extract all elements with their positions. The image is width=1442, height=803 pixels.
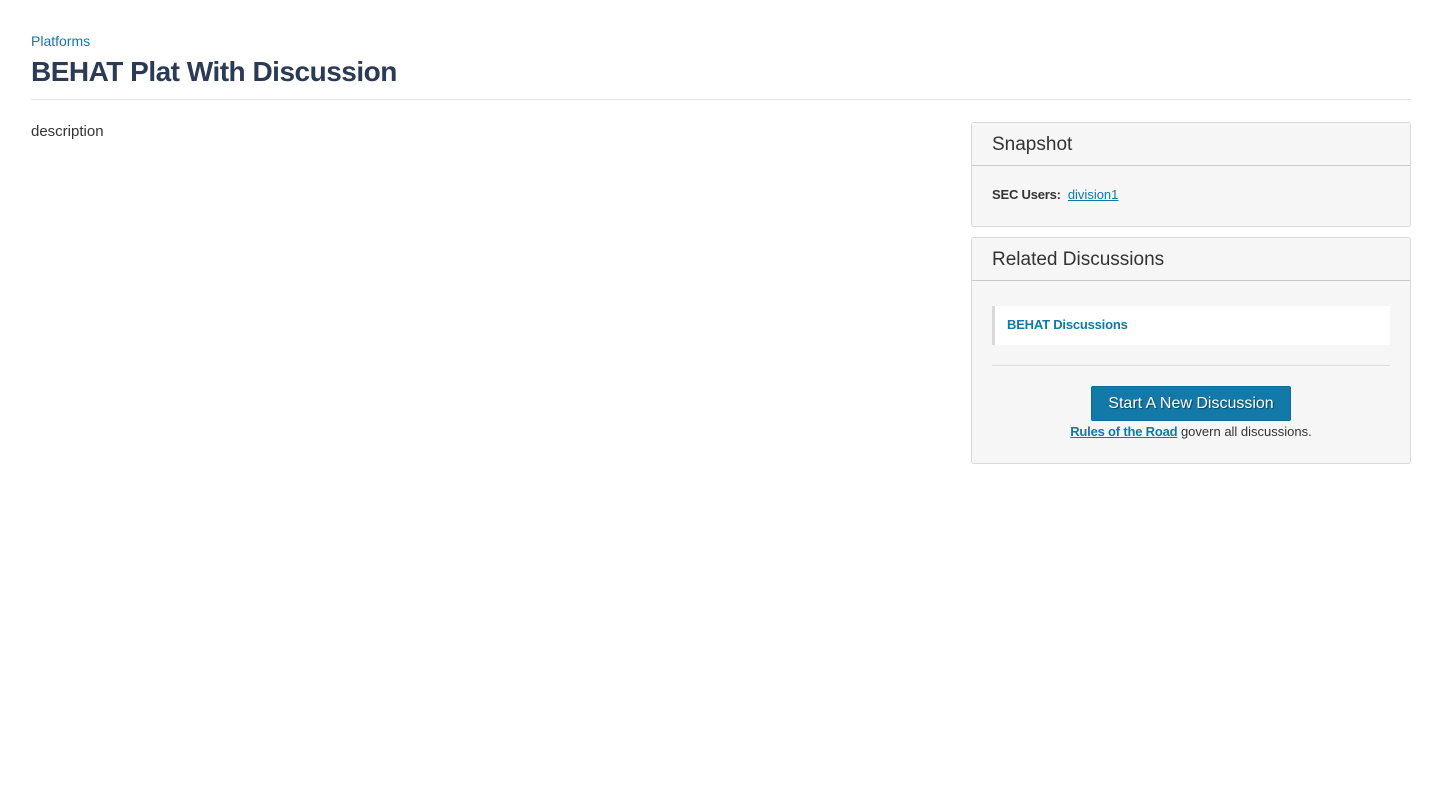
page-title: BEHAT Plat With Discussion [31, 56, 397, 87]
breadcrumb-platforms[interactable]: Platforms [31, 33, 90, 49]
snapshot-panel: Snapshot SEC Users: division1 [971, 122, 1411, 227]
divider [992, 365, 1390, 366]
rules-of-the-road-link[interactable]: Rules of the Road [1070, 424, 1177, 439]
rules-line: Rules of the Road govern all discussions… [972, 424, 1410, 439]
related-discussions-header: Related Discussions [972, 238, 1410, 281]
related-discussions-title: Related Discussions [992, 249, 1165, 270]
page-description: description [31, 123, 104, 140]
snapshot-panel-header: Snapshot [972, 123, 1410, 166]
sec-users-label: SEC Users: [992, 187, 1061, 202]
sec-users-row: SEC Users: division1 [992, 187, 1118, 202]
snapshot-title: Snapshot [992, 134, 1073, 155]
sec-users-link[interactable]: division1 [1068, 187, 1119, 202]
start-new-discussion-button[interactable]: Start A New Discussion [1091, 386, 1291, 421]
discussion-link[interactable]: BEHAT Discussions [1007, 317, 1128, 332]
rules-suffix-text: govern all discussions. [1177, 424, 1312, 439]
page: Platforms BEHAT Plat With Discussion des… [0, 0, 1442, 803]
related-discussions-panel: Related Discussions BEHAT Discussions St… [971, 237, 1411, 464]
discussion-list-item[interactable]: BEHAT Discussions [992, 306, 1390, 345]
page-header: Platforms BEHAT Plat With Discussion [31, 32, 1411, 100]
